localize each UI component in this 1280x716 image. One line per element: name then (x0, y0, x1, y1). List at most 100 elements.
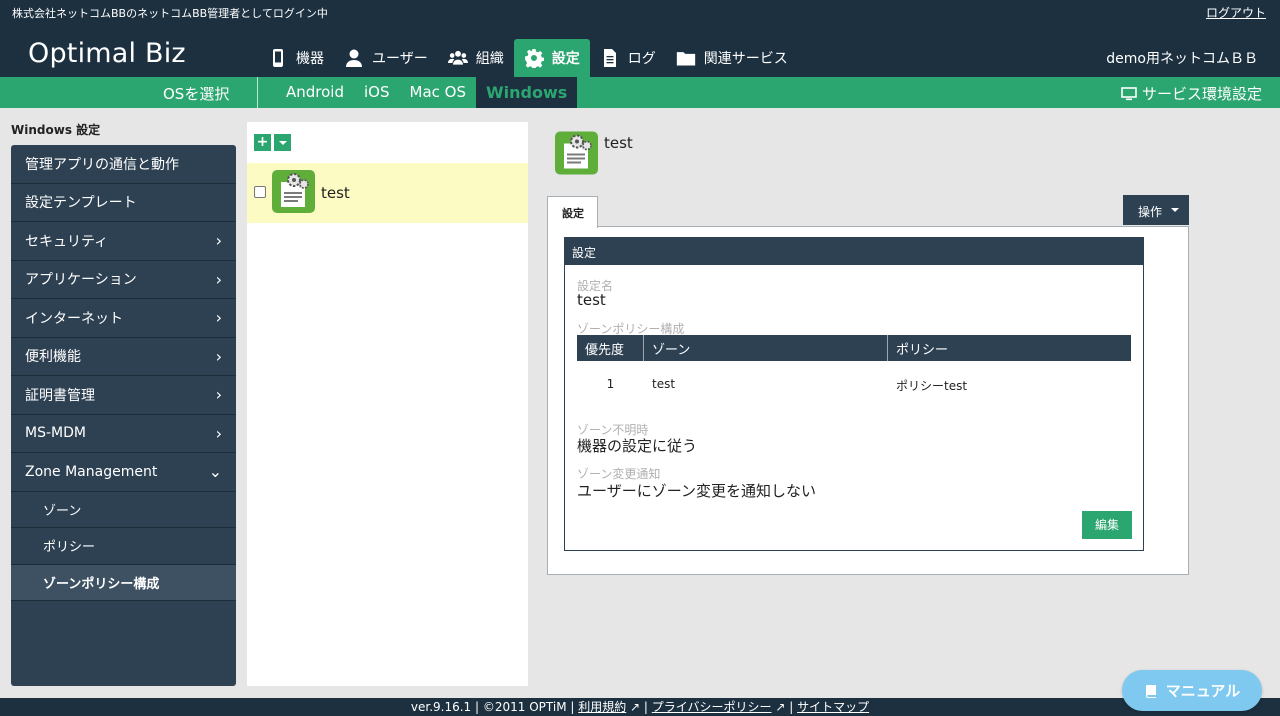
sidebar-item-ms-mdm[interactable]: MS-MDM › (11, 415, 236, 453)
tab-ios[interactable]: iOS (354, 77, 400, 108)
nav-organization[interactable]: 組織 (438, 39, 514, 77)
zone-unknown-value: 機器の設定に従う (577, 437, 698, 455)
settings-section: 設定 設定名 test ゾーンポリシー構成 優先度 ゾーン ポリシー 1 tes… (564, 237, 1144, 551)
sidebar-subitem-policy[interactable]: ポリシー (11, 528, 236, 565)
group-icon (447, 50, 468, 65)
chevron-right-icon: › (215, 385, 222, 405)
chevron-right-icon: › (215, 423, 222, 443)
operations-button[interactable]: 操作 (1123, 195, 1189, 225)
service-settings-link[interactable]: サービス環境設定 (1121, 83, 1262, 104)
section-header: 設定 (565, 238, 1143, 265)
sidebar-item-label: Zone Management (25, 463, 158, 480)
settings-document-icon (555, 131, 598, 175)
sidebar-item-label: 証明書管理 (25, 387, 95, 404)
sidebar-item-utilities[interactable]: 便利機能 › (11, 338, 236, 376)
logout-link[interactable]: ログアウト (1206, 4, 1266, 21)
os-subnav: OSを選択 Android iOS Mac OS Windows サービス環境設… (0, 77, 1280, 108)
external-link-icon: ↗ (626, 700, 641, 714)
sidebar-item-label: セキュリティ (25, 233, 109, 250)
app-logo[interactable]: Optimal Biz (28, 38, 186, 69)
sidebar-item-label: MS-MDM (25, 425, 86, 442)
sidebar-item-security[interactable]: セキュリティ › (11, 222, 236, 261)
chevron-right-icon: › (215, 346, 222, 366)
sidebar-item-zone-management[interactable]: Zone Management ⌄ (11, 453, 236, 492)
header: Optimal Biz 機器 ユーザー 組織 設定 ログ 関連サービス demo… (0, 24, 1280, 77)
table-header: 優先度 ゾーン ポリシー (577, 335, 1131, 361)
sidebar-item-applications[interactable]: アプリケーション › (11, 261, 236, 299)
column-header-priority: 優先度 (577, 335, 644, 361)
os-tabs: Android iOS Mac OS Windows (276, 77, 578, 108)
nav-settings[interactable]: 設定 (513, 39, 590, 77)
divider (257, 77, 258, 108)
tenant-name[interactable]: demo用ネットコムＢＢ (1106, 48, 1258, 68)
column-header-policy: ポリシー (896, 343, 949, 358)
detail-panel: 設定 設定名 test ゾーンポリシー構成 優先度 ゾーン ポリシー 1 tes… (547, 226, 1189, 575)
cell-priority: 1 (606, 377, 615, 391)
detail-title: test (604, 134, 633, 152)
sitemap-link[interactable]: サイトマップ (797, 700, 869, 714)
add-button[interactable]: + (254, 134, 271, 151)
sidebar-subitem-zone[interactable]: ゾーン (11, 491, 236, 528)
sidebar-item-label: アプリケーション (25, 272, 137, 289)
chevron-right-icon: › (215, 269, 222, 289)
tab-windows[interactable]: Windows (475, 77, 578, 108)
tab-android[interactable]: Android (276, 77, 354, 108)
footer-separator: | (640, 700, 652, 714)
chevron-right-icon: › (215, 231, 222, 251)
login-status: 株式会社ネットコムBBのネットコムBB管理者としてログイン中 (12, 7, 328, 20)
item-checkbox[interactable] (254, 186, 266, 198)
terms-link[interactable]: 利用規約 (578, 700, 626, 714)
book-icon (1145, 684, 1156, 698)
manual-label: マニュアル (1165, 682, 1241, 700)
chevron-down-icon: ⌄ (208, 462, 222, 482)
top-bar: 株式会社ネットコムBBのネットコムBB管理者としてログイン中 ログアウト (0, 0, 1280, 24)
sidebar-subitem-zone-policy[interactable]: ゾーンポリシー構成 (11, 564, 236, 601)
document-icon (603, 49, 616, 67)
nav-related-services[interactable]: 関連サービス (666, 39, 798, 77)
manual-button[interactable]: マニュアル (1122, 670, 1262, 711)
footer: ver.9.16.1 | ©2011 OPTiM | 利用規約 ↗ | プライバ… (0, 698, 1280, 716)
sidebar-item-certificates[interactable]: 証明書管理 › (11, 376, 236, 415)
folder-icon (676, 52, 695, 66)
nav-label: 関連サービス (703, 51, 788, 67)
list-item-name: test (321, 184, 350, 202)
settings-document-icon (272, 170, 315, 213)
nav-label: ログ (627, 51, 656, 67)
external-link-icon: ↗ (771, 700, 786, 714)
smartphone-icon (273, 49, 283, 67)
settings-list: + test (247, 122, 528, 686)
chevron-right-icon: › (215, 308, 222, 328)
sidebar-item-agent-comm[interactable]: 管理アプリの通信と動作 (11, 145, 236, 184)
sidebar-item-internet[interactable]: インターネット › (11, 299, 236, 338)
nav-devices[interactable]: 機器 (258, 39, 334, 77)
os-select-label: OSを選択 (163, 85, 230, 103)
monitor-icon (1121, 86, 1137, 100)
version-text: ver.9.16.1 | ©2011 OPTiM | (410, 700, 579, 714)
zone-notify-value: ユーザーにゾーン変更を通知しない (577, 482, 816, 500)
tab-macos[interactable]: Mac OS (400, 77, 476, 108)
sidebar-item-templates[interactable]: 設定テンプレート (11, 184, 236, 222)
zone-policy-table: 優先度 ゾーン ポリシー 1 test ポリシーtest (577, 335, 1131, 411)
nav-label: 設定 (551, 51, 580, 67)
user-icon (346, 49, 362, 67)
sidebar: 管理アプリの通信と動作 設定テンプレート セキュリティ › アプリケーション › イ… (11, 145, 236, 686)
nav-label: ユーザー (372, 51, 428, 67)
sidebar-item-label: 管理アプリの通信と動作 (25, 156, 179, 173)
sidebar-item-label: インターネット (25, 310, 123, 327)
edit-button[interactable]: 編集 (1082, 511, 1132, 539)
add-dropdown-button[interactable] (274, 134, 291, 151)
service-settings-label: サービス環境設定 (1141, 85, 1262, 103)
tab-settings[interactable]: 設定 (547, 196, 598, 228)
list-item[interactable]: test (247, 163, 528, 223)
table-row: 1 test ポリシーtest (577, 361, 1131, 411)
nav-label: 組織 (475, 51, 504, 67)
gear-icon (524, 49, 544, 68)
setting-name-value: test (577, 291, 606, 309)
main-nav: 機器 ユーザー 組織 設定 ログ 関連サービス (258, 39, 798, 77)
privacy-link[interactable]: プライバシーポリシー (652, 700, 772, 714)
column-header-zone: ゾーン (644, 335, 888, 361)
sidebar-item-label: 便利機能 (25, 349, 81, 366)
nav-log[interactable]: ログ (590, 39, 666, 77)
footer-separator: | (785, 700, 798, 714)
nav-users[interactable]: ユーザー (334, 39, 438, 77)
